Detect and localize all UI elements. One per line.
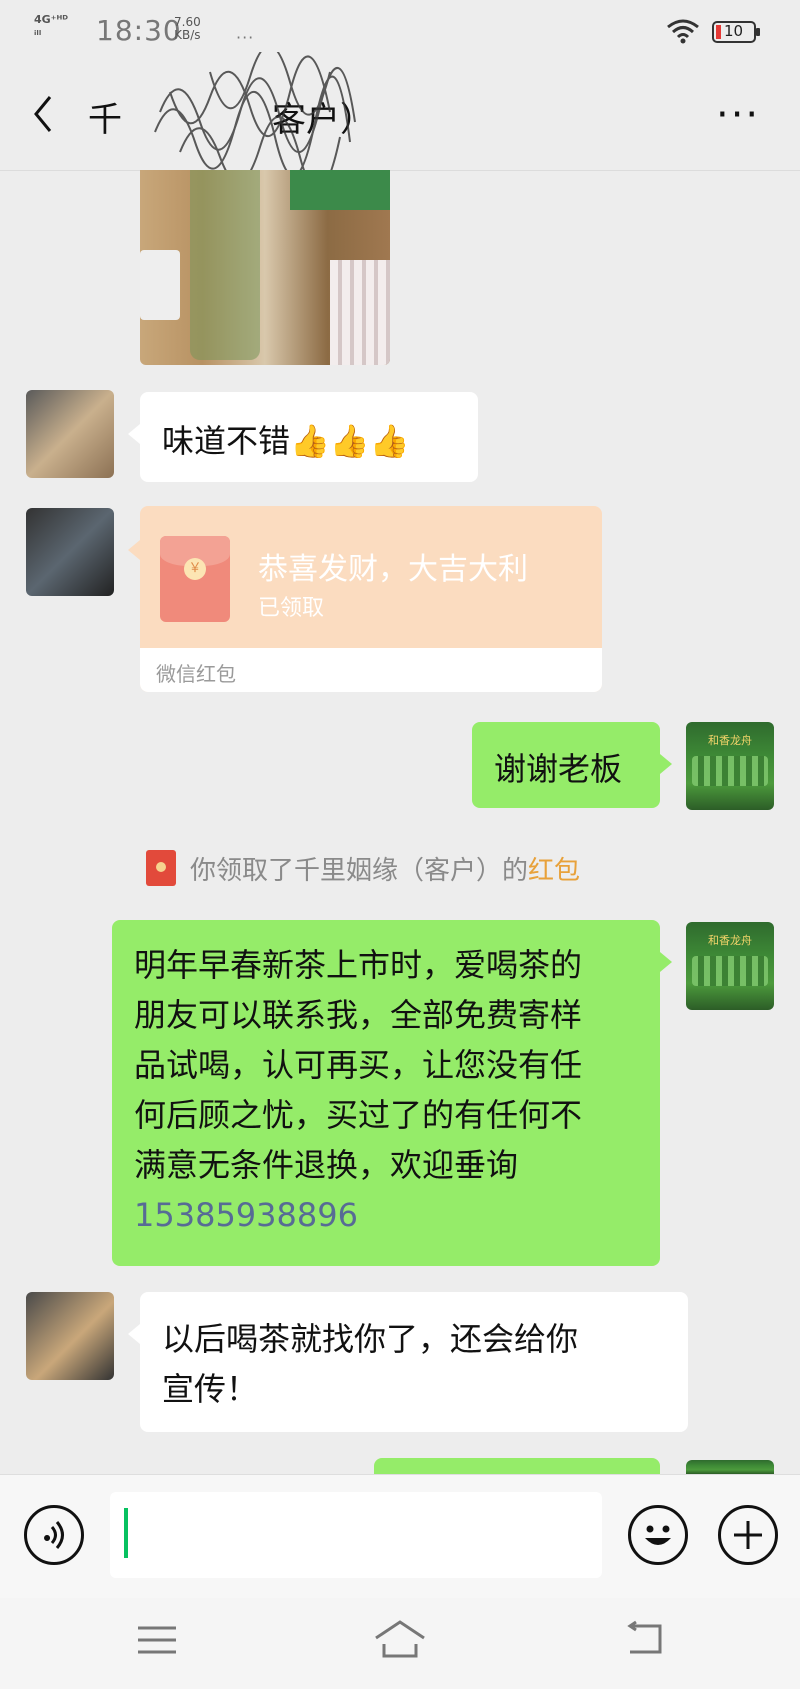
red-packet-link[interactable]: 红包 [528,856,580,886]
phone-link[interactable]: 15385938896 [134,1190,582,1240]
my-avatar[interactable] [686,1460,774,1474]
speed-unit: KB/s [174,28,201,42]
red-packet-footer: 微信红包 [140,648,602,692]
voice-icon[interactable] [24,1505,84,1565]
redaction-scribble [154,52,356,172]
back-icon[interactable] [30,93,56,135]
bubble-tail [660,952,672,972]
message-line: 品试喝，认可再买，让您没有任 [134,1046,583,1084]
message-line: 满意无条件退换，欢迎垂询 [134,1146,519,1184]
bubble-tail [128,1324,140,1344]
message-line: 宣传！ [162,1370,259,1408]
red-packet-card[interactable]: ￥ 恭喜发财，大吉大利 已领取 微信红包 [140,506,602,692]
message-text: 明年早春新茶上市时，爱喝茶的 朋友可以联系我，全部免费寄样 品试喝，认可再买，让… [134,940,582,1240]
notification-dots: ··· [236,28,255,47]
title-prefix: 千 [88,100,122,140]
message-text: 以后喝茶就找你了，还会给你 宣传！ [162,1314,578,1414]
message-text: 味道不错👍👍👍 [162,422,410,460]
bubble-tail [128,424,140,444]
image-message[interactable] [140,170,390,365]
my-avatar[interactable]: 和香龙舟 [686,722,774,810]
message-bubble-outgoing[interactable]: 明年早春新茶上市时，爱喝茶的 朋友可以联系我，全部免费寄样 品试喝，认可再买，让… [112,920,660,1266]
net-speed: 7.60 KB/s [174,16,201,42]
contact-avatar[interactable] [26,1292,114,1380]
message-line: 朋友可以联系我，全部免费寄样 [134,996,583,1034]
coin-icon: ￥ [184,558,206,580]
home-icon[interactable] [372,1618,428,1660]
red-packet-title: 恭喜发财，大吉大利 [258,552,528,587]
wifi-icon [667,19,699,44]
message-text: 谢谢老板 [494,750,623,788]
contact-avatar[interactable] [26,508,114,596]
message-bubble-outgoing[interactable]: 谢谢老板 [472,722,660,808]
battery-icon: 10 [712,21,762,43]
emoji-icon[interactable] [628,1505,688,1565]
battery-level: 10 [724,22,744,40]
avatar-caption: 和香龙舟 [708,734,752,747]
red-packet-status: 已领取 [258,596,325,621]
my-avatar[interactable]: 和香龙舟 [686,922,774,1010]
message-line: 何后顾之忧，买过了的有任何不 [134,1096,583,1134]
clock: 18:30 [96,14,182,47]
return-icon[interactable] [622,1620,666,1658]
message-line: 明年早春新茶上市时，爱喝茶的 [134,946,583,984]
signal-bars: ᵢₗₗ [34,25,42,38]
plus-icon[interactable] [718,1505,778,1565]
red-packet-icon: ￥ [160,536,230,622]
red-packet-small-icon [146,850,176,886]
network-indicator: 4G⁺ᴴᴰ ᵢₗₗ [34,14,68,38]
bubble-tail [128,540,140,560]
more-icon[interactable]: ··· [716,95,760,135]
bubble-tail [660,754,672,774]
avatar-caption: 和香龙舟 [708,934,752,947]
message-bubble-outgoing[interactable] [374,1458,660,1474]
message-bubble-incoming[interactable]: 以后喝茶就找你了，还会给你 宣传！ [140,1292,688,1432]
message-bubble-incoming[interactable]: 味道不错👍👍👍 [140,392,478,482]
message-line: 以后喝茶就找你了，还会给你 [162,1320,579,1358]
system-message: 你领取了千里姻缘（客户）的红包 [190,850,580,887]
text-cursor [124,1508,128,1558]
contact-avatar[interactable] [26,390,114,478]
message-input[interactable] [110,1492,602,1578]
red-packet-brand: 微信红包 [156,662,236,686]
menu-icon[interactable] [136,1622,178,1658]
system-text: 你领取了千里姻缘（客户）的 [190,856,529,886]
